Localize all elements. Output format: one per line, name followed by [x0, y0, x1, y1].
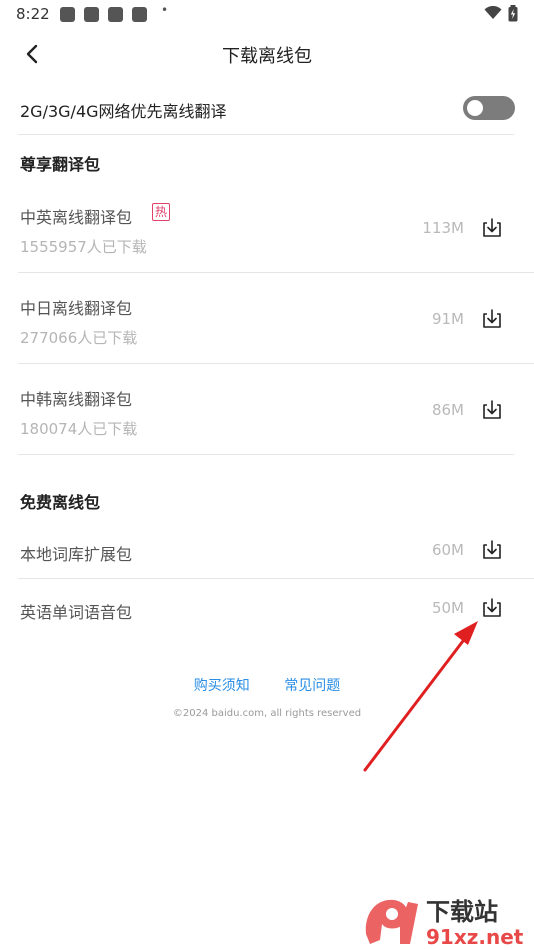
watermark-cn-text: 下载站 [426, 898, 498, 926]
download-icon[interactable] [481, 217, 503, 239]
hot-badge: 热 [152, 203, 171, 221]
list-item[interactable]: 中韩离线翻译包 180074人已下载 86M [0, 372, 534, 454]
divider [18, 578, 534, 579]
section-title-premium: 尊享翻译包 [20, 155, 101, 174]
wifi-icon [484, 6, 502, 19]
toggle-knob [467, 100, 483, 116]
item-name: 中英离线翻译包 [20, 208, 133, 227]
page-title: 下载离线包 [222, 46, 312, 67]
copyright-text: ©2024 baidu.com, all rights reserved [172, 708, 362, 719]
item-size: 113M [422, 219, 464, 237]
item-downloads: 1555957人已下载 [20, 238, 147, 256]
faq-link[interactable]: 常见问题 [284, 678, 340, 694]
divider [18, 134, 514, 135]
item-name: 中韩离线翻译包 [20, 390, 133, 409]
item-downloads: 277066人已下载 [20, 329, 138, 347]
footer-links: 购买须知 常见问题 [0, 675, 534, 695]
watermark-en-text: 91xz.net [426, 925, 524, 948]
divider [18, 272, 534, 273]
item-size: 91M [431, 310, 464, 328]
offline-priority-toggle[interactable] [463, 96, 515, 120]
divider [18, 363, 534, 364]
battery-charging-icon [508, 5, 518, 22]
list-item[interactable]: 中日离线翻译包 277066人已下载 91M [0, 281, 534, 363]
list-item[interactable]: 本地词库扩展包 60M [0, 526, 534, 578]
download-icon[interactable] [481, 597, 503, 619]
annotation-arrow [363, 621, 478, 772]
offline-priority-label: 2G/3G/4G网络优先离线翻译 [20, 102, 227, 121]
status-more-dot: • [161, 3, 169, 17]
status-time: 8:22 [16, 5, 50, 23]
item-downloads: 180074人已下载 [20, 420, 138, 438]
list-item[interactable]: 中英离线翻译包 热 1555957人已下载 113M [0, 190, 534, 272]
notification-icon [132, 7, 147, 22]
item-name: 英语单词语音包 [20, 603, 133, 622]
item-size: 60M [431, 541, 464, 559]
item-name: 本地词库扩展包 [20, 545, 133, 564]
divider [18, 454, 514, 455]
item-size: 50M [431, 599, 464, 617]
list-item[interactable]: 英语单词语音包 50M [0, 584, 534, 636]
download-icon[interactable] [481, 308, 503, 330]
download-icon[interactable] [481, 539, 503, 561]
notification-icon [108, 7, 123, 22]
notification-icon [60, 7, 75, 22]
notification-icon [84, 7, 99, 22]
watermark-logo: 下载站 91xz.net [365, 898, 524, 948]
section-title-free: 免费离线包 [20, 493, 101, 512]
download-icon[interactable] [481, 399, 503, 421]
item-size: 86M [431, 401, 464, 419]
item-name: 中日离线翻译包 [20, 299, 133, 318]
purchase-notice-link[interactable]: 购买须知 [194, 678, 250, 694]
